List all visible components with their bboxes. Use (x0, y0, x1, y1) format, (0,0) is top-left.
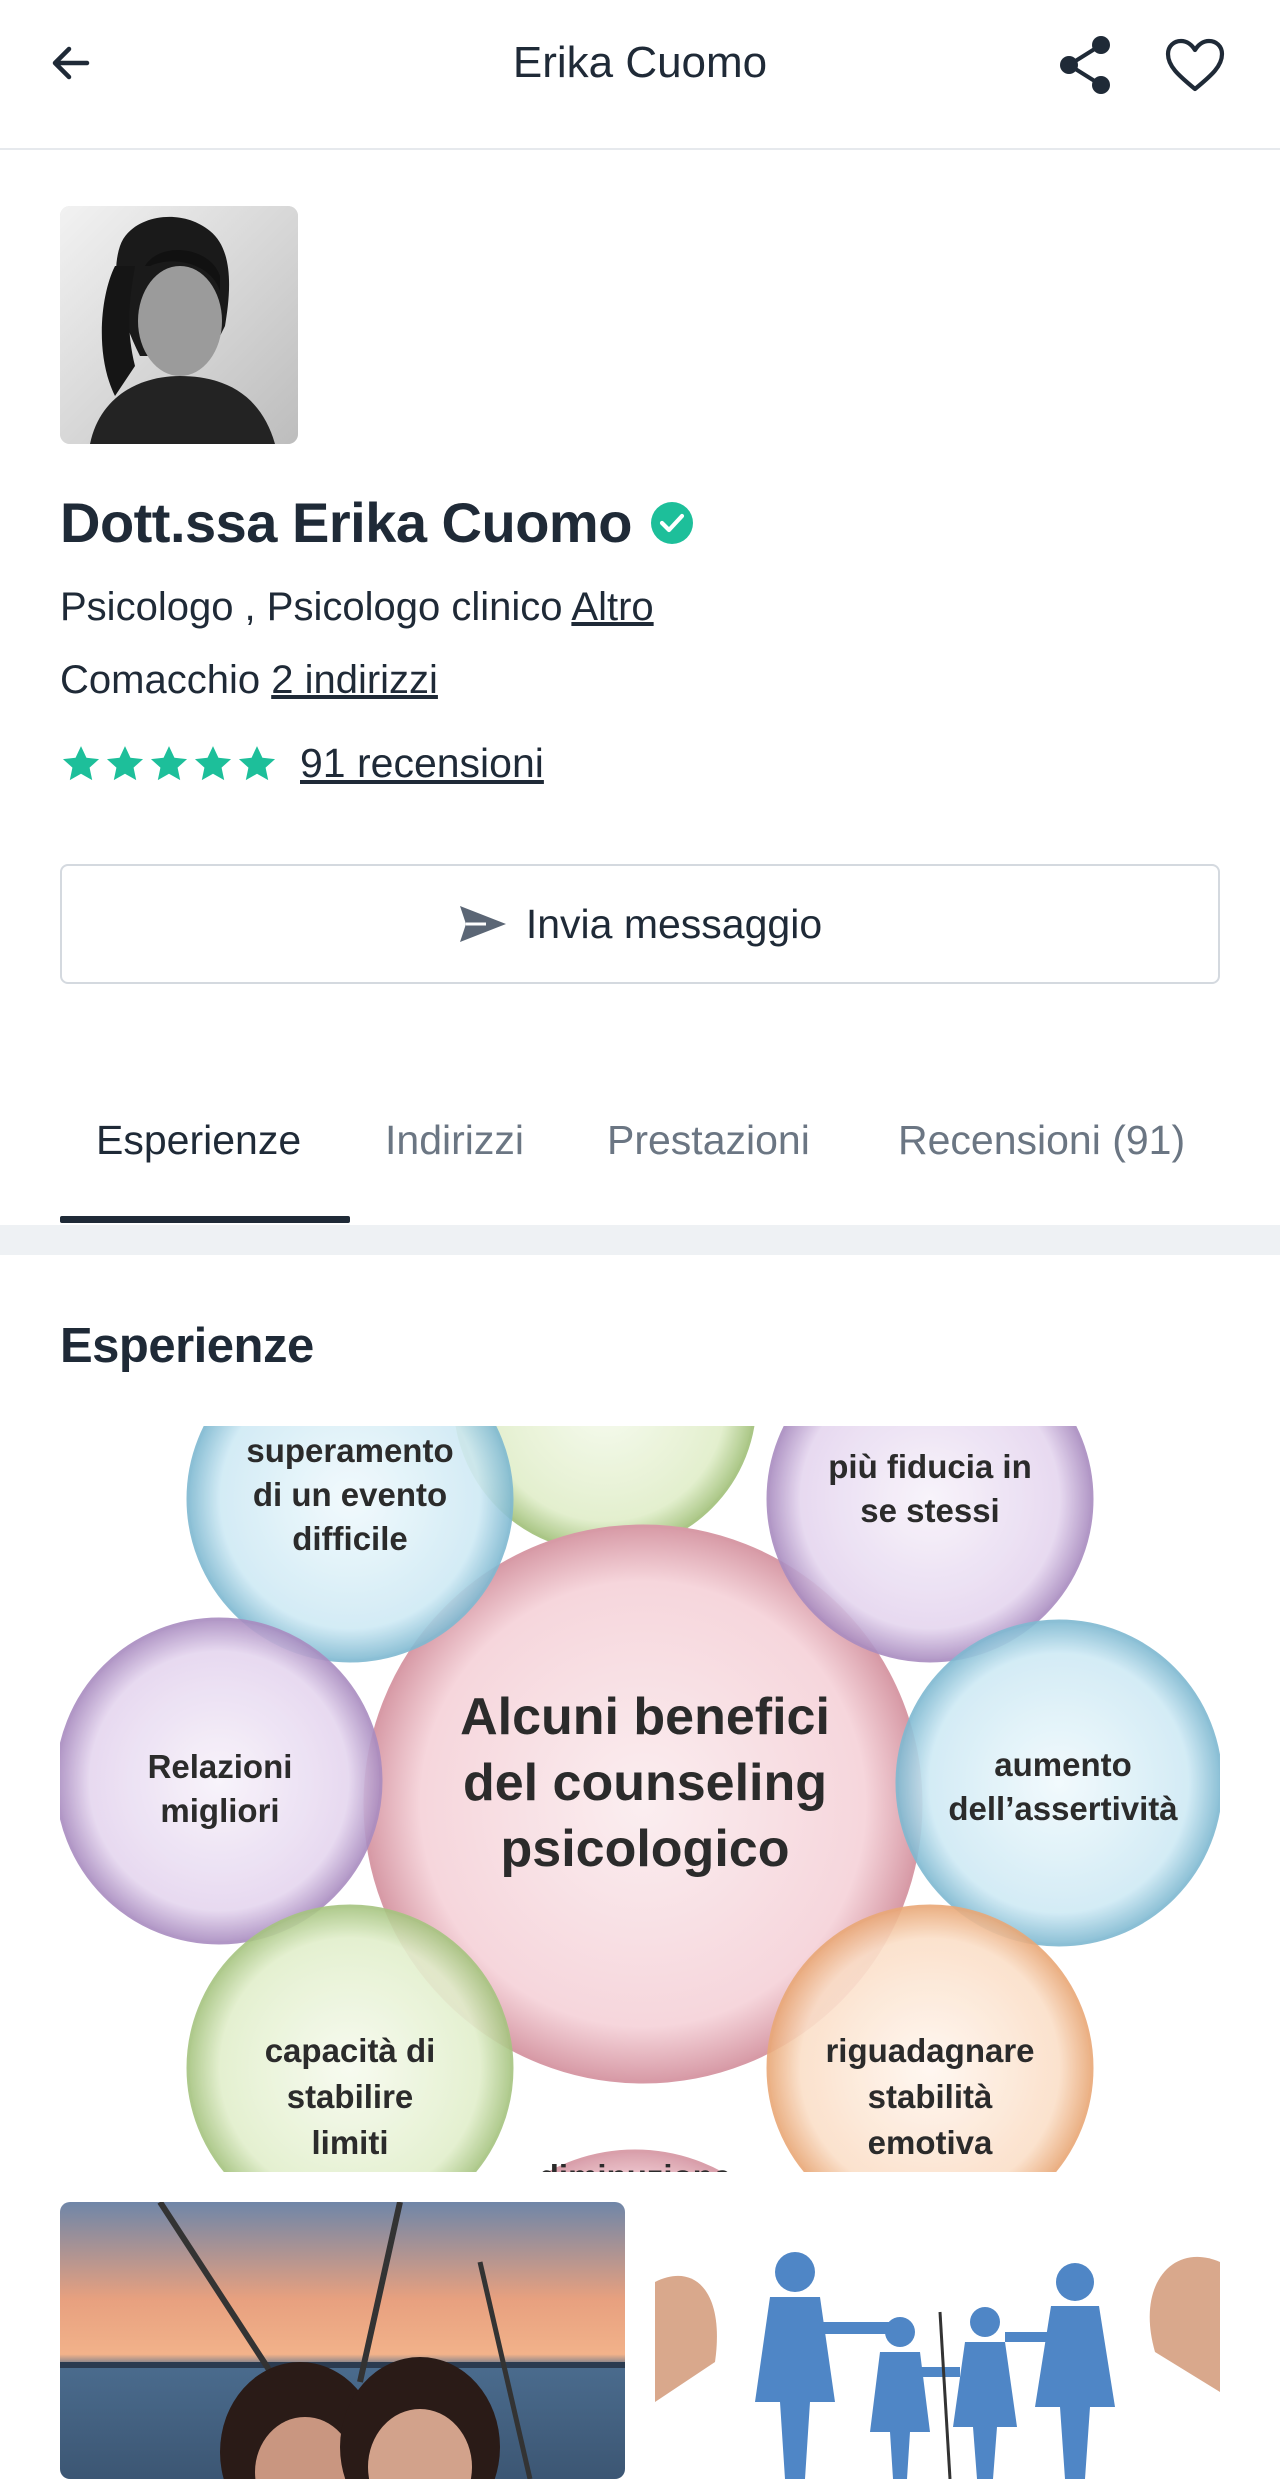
bubble-bottom-left-line-2: stabilire (287, 2078, 414, 2115)
rating-stars (60, 743, 278, 785)
more-specialties-link[interactable]: Altro (571, 585, 653, 629)
bubble-bottom-right-line-2: stabilità (868, 2078, 993, 2115)
bubble-top-left-line-1: superamento (246, 1432, 453, 1469)
bubble-bottom-right-line-3: emotiva (868, 2124, 993, 2161)
active-tab-indicator (60, 1216, 350, 1223)
verified-check-icon (650, 501, 693, 544)
heart-icon (1165, 38, 1225, 92)
bubble-top-left-line-3: difficile (292, 1520, 408, 1557)
send-message-label: Invia messaggio (525, 900, 823, 947)
favorite-button[interactable] (1160, 30, 1230, 100)
star-icon (106, 745, 144, 780)
gallery-photo-family[interactable] (655, 2202, 1220, 2479)
star-icon (194, 745, 232, 780)
send-message-button[interactable]: Invia messaggio (60, 864, 1220, 984)
section-divider (0, 1225, 1280, 1255)
tab-indirizzi[interactable]: Indirizzi (385, 1117, 524, 1164)
reviews-link[interactable]: 91 recensioni (300, 740, 544, 787)
star-icon (150, 745, 188, 780)
bubble-top-right-line-1: più fiducia in (828, 1448, 1032, 1485)
city-text: Comacchio (60, 658, 261, 702)
bubble-right-line-1: aumento (994, 1746, 1132, 1783)
bubble-top-right-line-2: se stessi (860, 1492, 999, 1529)
share-icon (1060, 36, 1110, 94)
doctor-name-text: Dott.ssa Erika Cuomo (60, 491, 632, 554)
tab-bar: Esperienze Indirizzi Prestazioni Recensi… (0, 1075, 1280, 1225)
tab-recensioni[interactable]: Recensioni (91) (898, 1117, 1185, 1164)
bubble-left-line-2: migliori (160, 1792, 279, 1829)
doctor-name: Dott.ssa Erika Cuomo (60, 490, 694, 555)
send-icon (459, 906, 506, 942)
addresses-link[interactable]: 2 indirizzi (271, 658, 438, 702)
bubble-bottom-left-line-1: capacità di (265, 2032, 436, 2069)
tab-esperienze[interactable]: Esperienze (96, 1117, 301, 1164)
specialties-text: Psicologo , Psicologo clinico (60, 585, 563, 629)
top-bar: Erika Cuomo (0, 0, 1280, 150)
avatar[interactable] (60, 206, 298, 444)
diagram-center-line-1: Alcuni benefici (460, 1688, 830, 1746)
bubble-bottom-right-line-1: riguadagnare (825, 2032, 1034, 2069)
section-title: Esperienze (60, 1319, 314, 1373)
counseling-benefits-image[interactable]: Alcuni benefici del counseling psicologi… (60, 1426, 1220, 2172)
bubble-top-left-line-2: di un evento (253, 1476, 447, 1513)
tab-prestazioni[interactable]: Prestazioni (607, 1117, 810, 1164)
gallery-photo-sunset[interactable] (60, 2202, 625, 2479)
bubble-bottom-center-line-1: diminuzione (539, 2158, 732, 2172)
bubble-right-line-2: dell’assertività (948, 1790, 1178, 1827)
diagram-center-line-2: del counseling (463, 1754, 827, 1812)
bubble-bottom-left-line-3: limiti (311, 2124, 388, 2161)
bubble-left-line-1: Relazioni (148, 1748, 293, 1785)
diagram-center-line-3: psicologico (501, 1820, 790, 1878)
star-icon (62, 745, 100, 780)
specialties-line: Psicologo , Psicologo clinico Altro (60, 585, 654, 630)
star-icon (238, 745, 276, 780)
location-line: Comacchio 2 indirizzi (60, 658, 438, 703)
share-button[interactable] (1055, 30, 1117, 100)
rating-row: 91 recensioni (60, 740, 544, 787)
